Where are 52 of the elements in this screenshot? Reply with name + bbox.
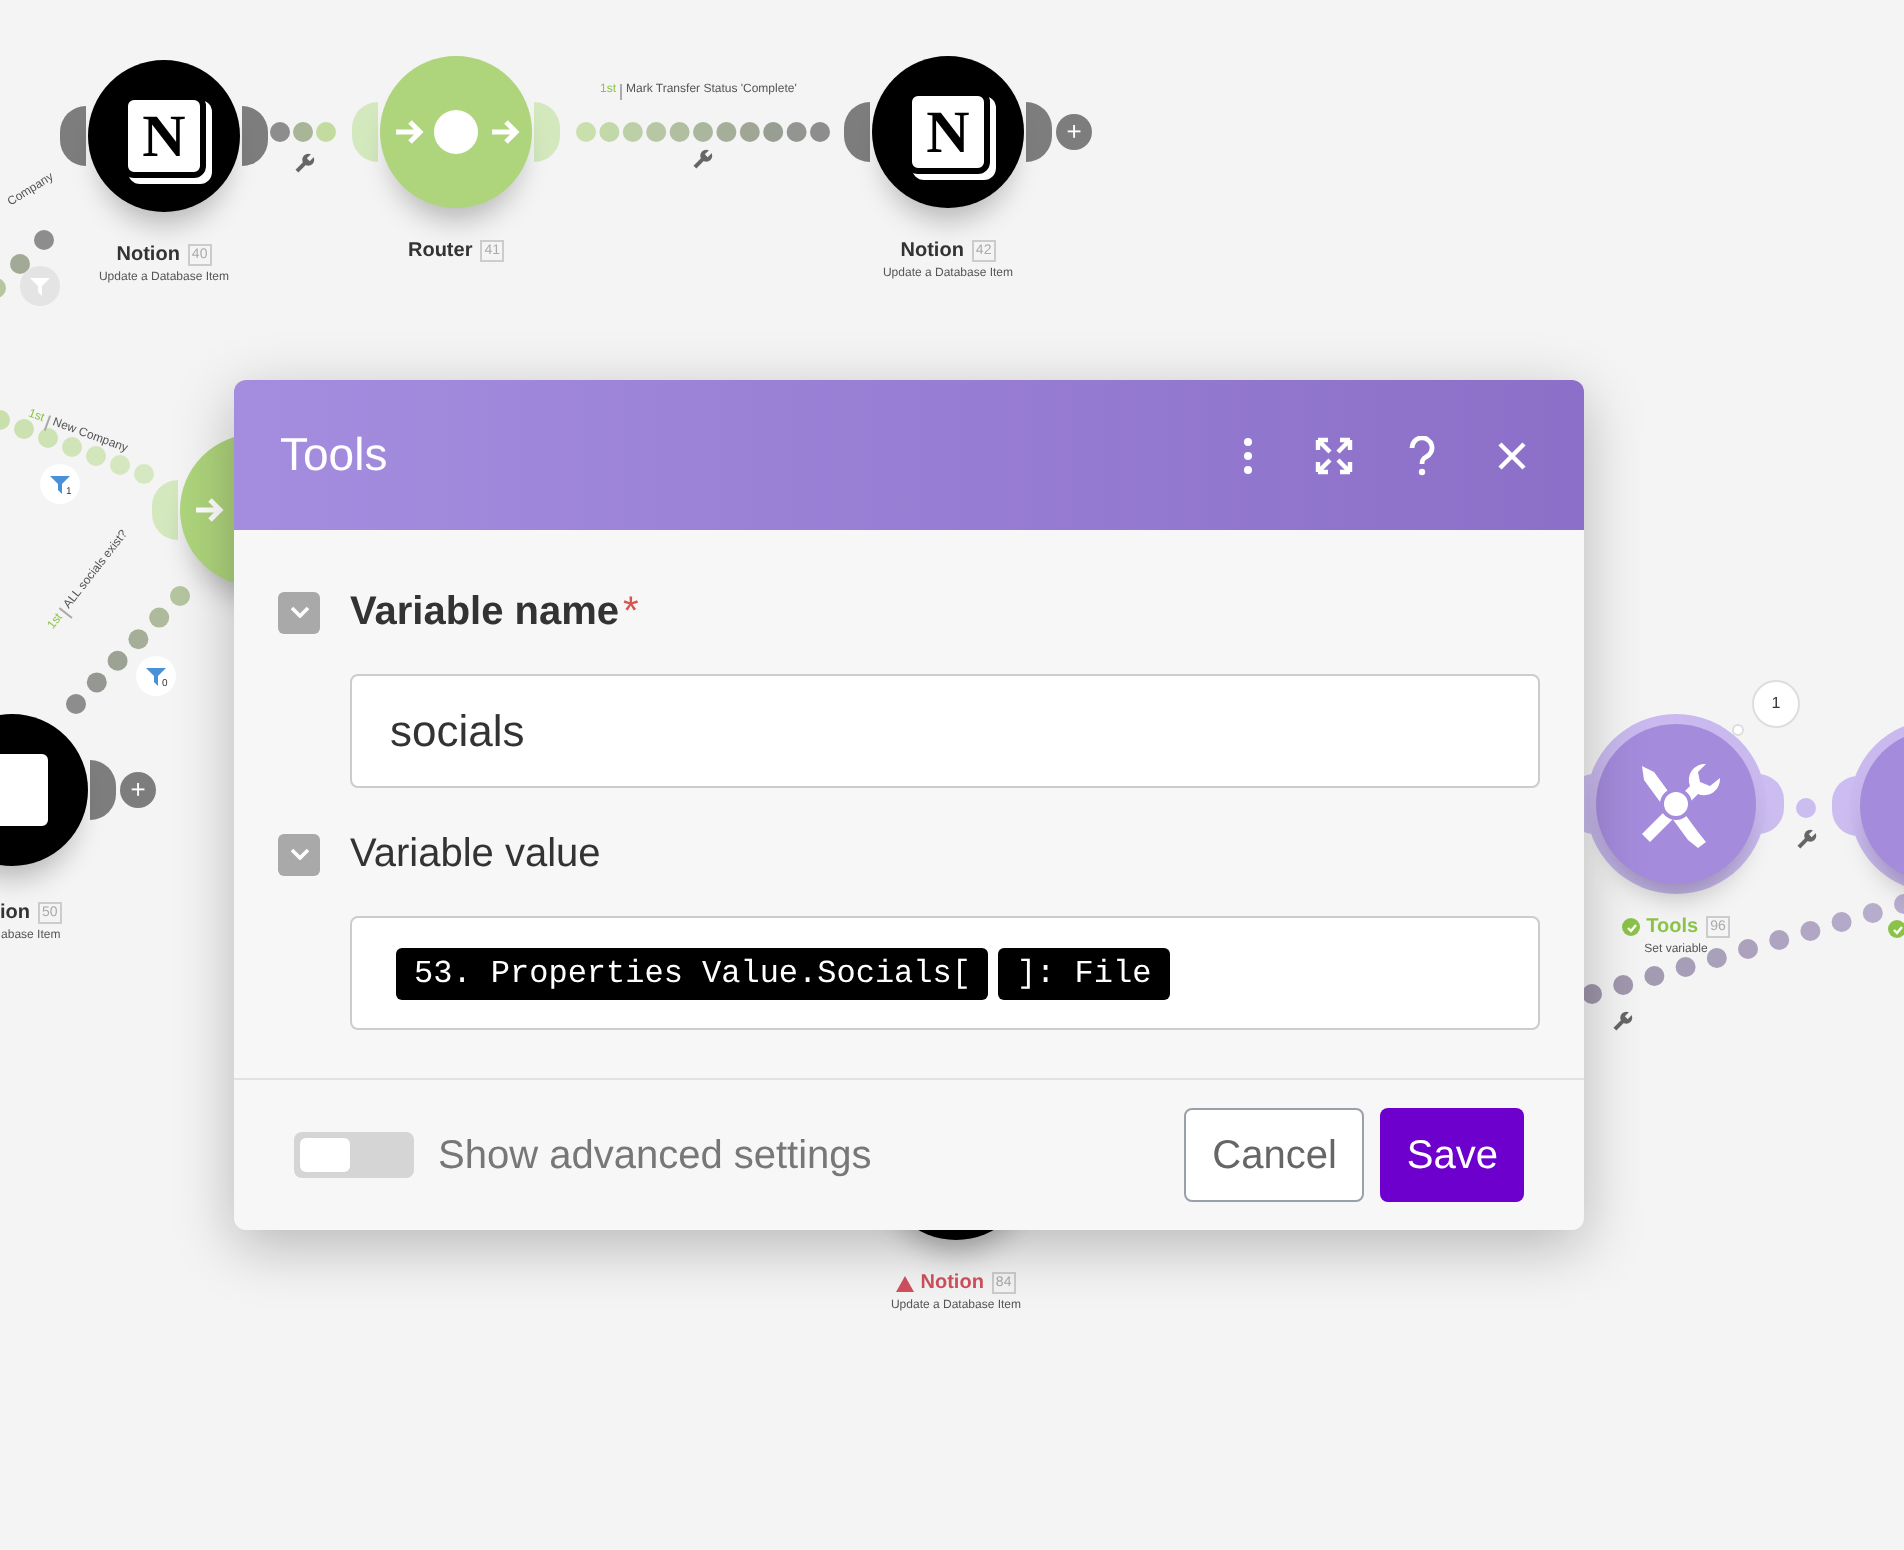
connector-handle[interactable] bbox=[534, 102, 560, 162]
mapped-value-token[interactable]: ]: File bbox=[998, 947, 1170, 999]
notion-logo: N bbox=[122, 94, 206, 178]
input-field[interactable]: socials bbox=[350, 674, 1540, 788]
more-options-icon[interactable] bbox=[1242, 437, 1254, 473]
connector-handle[interactable] bbox=[242, 106, 268, 166]
required-mark: * bbox=[623, 588, 639, 638]
add-module-button[interactable]: + bbox=[120, 772, 156, 808]
wrench-icon[interactable] bbox=[693, 148, 714, 169]
save-button[interactable]: Save bbox=[1380, 1108, 1524, 1202]
mapped-value-token[interactable]: 53. Properties Value.Socials[ bbox=[396, 947, 989, 999]
module-title: Notion bbox=[116, 242, 180, 270]
connector-handle[interactable] bbox=[60, 106, 86, 166]
close-icon[interactable] bbox=[1496, 439, 1528, 471]
notion-node[interactable]: N bbox=[88, 60, 240, 212]
wrench-icon[interactable] bbox=[1797, 828, 1818, 849]
wrench-icon[interactable] bbox=[1613, 1010, 1634, 1031]
module-title: Tools bbox=[1646, 914, 1699, 942]
dotted-connector bbox=[1796, 798, 1816, 818]
dotted-connector bbox=[270, 122, 336, 142]
field-label: Variable name bbox=[350, 588, 620, 638]
router-icon bbox=[392, 106, 520, 158]
module-title: Notion bbox=[900, 238, 964, 266]
connector-handle[interactable] bbox=[1026, 102, 1052, 162]
connector-handle[interactable] bbox=[844, 102, 870, 162]
field-label: Variable value bbox=[350, 830, 601, 880]
filter-icon[interactable] bbox=[20, 266, 60, 306]
module-title: Notion bbox=[920, 1270, 984, 1298]
connector-handle[interactable] bbox=[90, 760, 116, 820]
wrench-icon[interactable] bbox=[295, 152, 316, 173]
notion-node[interactable]: N bbox=[872, 56, 1024, 208]
collapse-toggle[interactable] bbox=[278, 591, 320, 633]
toggle-switch[interactable] bbox=[294, 1132, 414, 1178]
connector-handle[interactable] bbox=[152, 480, 178, 540]
dotted-connector bbox=[66, 586, 190, 714]
help-icon[interactable] bbox=[1408, 435, 1436, 475]
cancel-button[interactable]: Cancel bbox=[1184, 1108, 1365, 1202]
module-title: Router bbox=[407, 238, 473, 266]
module-title: ion bbox=[0, 900, 30, 928]
expand-icon[interactable] bbox=[1314, 435, 1354, 475]
chevron-down-icon bbox=[289, 606, 309, 618]
dialog-title: Tools bbox=[280, 426, 390, 485]
notion-logo: N bbox=[906, 90, 990, 174]
toggle-label: Show advanced settings bbox=[438, 1131, 874, 1181]
operations-bubble: 1 bbox=[1752, 680, 1800, 728]
value-field[interactable]: 53. Properties Value.Socials[ ]: File bbox=[350, 916, 1540, 1030]
connector-handle[interactable] bbox=[352, 102, 378, 162]
dotted-connector bbox=[0, 230, 54, 298]
collapse-toggle[interactable] bbox=[278, 833, 320, 875]
bubble-tail bbox=[1732, 724, 1744, 736]
add-module-button[interactable]: + bbox=[1056, 114, 1092, 150]
chevron-down-icon bbox=[289, 848, 309, 860]
